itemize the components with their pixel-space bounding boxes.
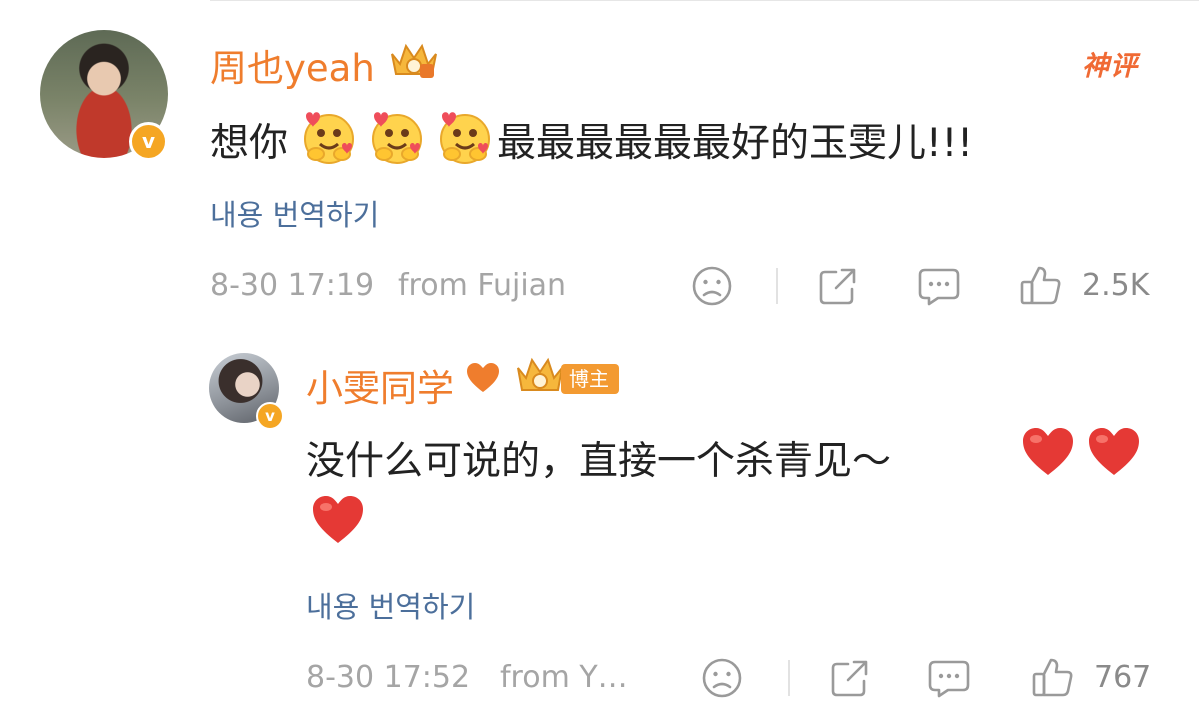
verified-icon: v: [256, 402, 284, 430]
hugging-face-emoji-icon: [304, 112, 354, 164]
red-heart-emoji-icon: [313, 496, 363, 543]
crown-badge-icon: [391, 43, 437, 78]
like-count: 767: [1094, 660, 1152, 695]
sad-face-icon[interactable]: [700, 656, 744, 700]
hugging-face-emoji-icon: [372, 112, 422, 164]
like-icon[interactable]: [1030, 654, 1076, 700]
comment-text: 想你: [210, 112, 288, 168]
translate-link[interactable]: 내용 번역하기: [210, 192, 379, 234]
comment-text-prefix: 想你: [210, 121, 289, 166]
blogger-badge: 博主: [561, 364, 619, 394]
translate-link[interactable]: 내용 번역하기: [306, 584, 475, 626]
comment-text-suffix: 最最最最最最好的玉雯儿!!!: [497, 121, 973, 166]
reply-username[interactable]: 小雯同学: [306, 358, 454, 412]
action-divider: [776, 268, 778, 304]
red-heart-emoji-icon: [1089, 428, 1139, 475]
share-icon[interactable]: [828, 656, 872, 700]
share-icon[interactable]: [816, 264, 860, 308]
god-comment-badge: 神评: [1082, 51, 1138, 82]
reply-timestamp: 8-30 17:52: [306, 660, 471, 695]
reply-location: from Y…: [500, 660, 628, 695]
verified-icon: v: [129, 122, 168, 161]
comment-location: from Fujian: [398, 268, 567, 303]
hugging-face-emoji-icon: [440, 112, 490, 164]
comment-username[interactable]: 周也yeah: [210, 38, 375, 92]
red-heart-emoji-icon: [1023, 428, 1073, 475]
action-divider: [788, 660, 790, 696]
heart-icon: [467, 363, 499, 392]
crown-badge-icon: [517, 357, 563, 391]
comment-timestamp: 8-30 17:19: [210, 268, 375, 303]
like-icon[interactable]: [1018, 262, 1064, 308]
top-divider: [210, 0, 1199, 1]
sad-face-icon[interactable]: [690, 264, 734, 308]
comment-icon[interactable]: [916, 264, 962, 308]
like-count: 2.5K: [1082, 268, 1150, 303]
comment-icon[interactable]: [926, 656, 972, 700]
reply-text: 没什么可说的，直接一个杀青见～: [306, 439, 892, 484]
